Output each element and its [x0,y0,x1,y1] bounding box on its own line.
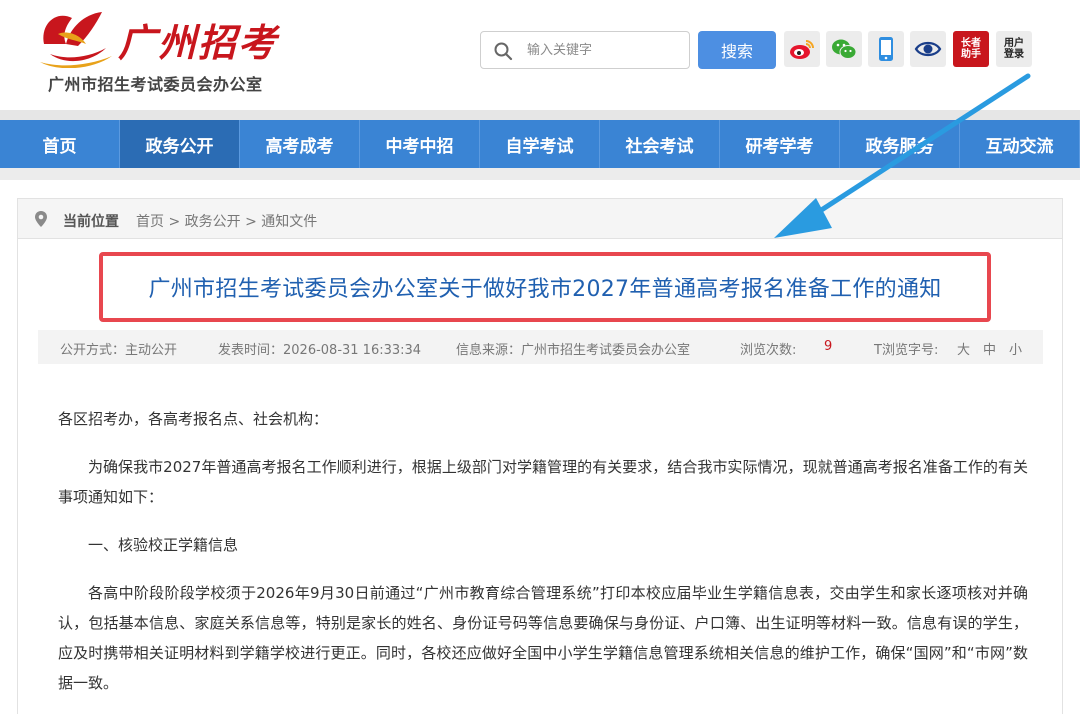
section-heading: 一、核验校正学籍信息 [88,536,239,554]
search-button[interactable]: 搜索 [698,31,776,69]
user-login-label-2: 登录 [1004,49,1024,60]
article-title: 广州市招生考试委员会办公室关于做好我市2027年普通高考报名准备工作的通知 [148,277,942,302]
nav-item-interaction[interactable]: 互动交流 [960,120,1080,168]
elderly-assistant-label-2: 助手 [961,49,981,60]
accessibility-button[interactable] [910,31,946,67]
salutation: 各区招考办，各高考报名点、社会机构： [58,410,329,428]
font-size-label: T浏览字号: [874,343,939,358]
nav-item-government-services[interactable]: 政务服务 [840,120,960,168]
nav-bottom-divider [0,168,1080,180]
font-size-large[interactable]: 大 [957,339,970,358]
nav-item-gaokao[interactable]: 高考成考 [240,120,360,168]
title-highlight-box: 广州市招生考试委员会办公室关于做好我市2027年普通高考报名准备工作的通知 [99,252,991,322]
user-login-label-1: 用户 [1004,38,1024,49]
disclosure-method: 公开方式：主动公开 [60,343,178,358]
logo-text[interactable]: 广州招考 [118,12,278,67]
breadcrumb-separator: > [168,214,181,230]
elderly-assistant-button[interactable]: 长者 助手 [953,31,989,67]
nav-item-social-exam[interactable]: 社会考试 [600,120,720,168]
mobile-icon [879,37,893,61]
weibo-button[interactable] [784,31,820,67]
breadcrumb-separator: > [245,214,257,230]
search-icon [494,42,513,61]
article-body: 各区招考办，各高考报名点、社会机构： 为确保我市2027年普通高考报名工作顺利进… [58,404,1028,714]
eye-icon [914,41,942,57]
mobile-button[interactable] [868,31,904,67]
nav-item-zhongkao[interactable]: 中考中招 [360,120,480,168]
info-source: 信息来源：广州市招生考试委员会办公室 [456,343,691,358]
nav-item-graduate-exam[interactable]: 研考学考 [720,120,840,168]
elderly-assistant-label-1: 长者 [961,38,981,49]
breadcrumb-home-link[interactable]: 首页 [136,214,164,230]
view-count: 9 [824,339,833,354]
publish-time: 发表时间：2026-08-31 16:33:34 [218,343,422,358]
font-size-small[interactable]: 小 [1009,339,1022,358]
nav-item-self-study-exam[interactable]: 自学考试 [480,120,600,168]
logo-icon[interactable] [36,4,116,68]
weibo-icon [790,40,814,59]
nav-item-home[interactable]: 首页 [0,120,120,168]
breadcrumb-path: 首页 > 政务公开 > 通知文件 [136,211,317,231]
article-meta-bar: 公开方式：主动公开 发表时间：2026-08-31 16:33:34 信息来源：… [38,330,1043,364]
article-container: 当前位置 首页 > 政务公开 > 通知文件 广州市招生考试委员会办公室关于做好我… [17,198,1063,714]
font-size-medium[interactable]: 中 [983,339,996,358]
intro-paragraph: 为确保我市2027年普通高考报名工作顺利进行，根据上级部门对学籍管理的有关要求，… [58,458,1028,506]
nav-top-divider [0,110,1080,120]
search-box [480,31,690,69]
organization-name: 广州市招生考试委员会办公室 [48,75,263,94]
nav-item-government-affairs[interactable]: 政务公开 [120,120,240,168]
breadcrumb-government-affairs-link[interactable]: 政务公开 [185,214,241,230]
location-pin-icon [35,211,47,227]
user-login-button[interactable]: 用户 登录 [996,31,1032,67]
breadcrumb: 当前位置 首页 > 政务公开 > 通知文件 [18,199,1062,239]
main-nav: 首页 政务公开 高考成考 中考中招 自学考试 社会考试 研考学考 政务服务 互动… [0,120,1080,168]
breadcrumb-label: 当前位置 [63,214,119,230]
view-count-label: 浏览次数: [740,343,797,358]
wechat-button[interactable] [826,31,862,67]
site-header: 广州招考 广州市招生考试委员会办公室 搜索 [0,0,1080,112]
breadcrumb-notices-link[interactable]: 通知文件 [261,214,317,230]
search-input[interactable] [527,38,682,62]
wechat-icon [832,39,857,59]
body-paragraph: 各高中阶段阶段学校须于2026年9月30日前通过“广州市教育综合管理系统”打印本… [58,584,1028,692]
